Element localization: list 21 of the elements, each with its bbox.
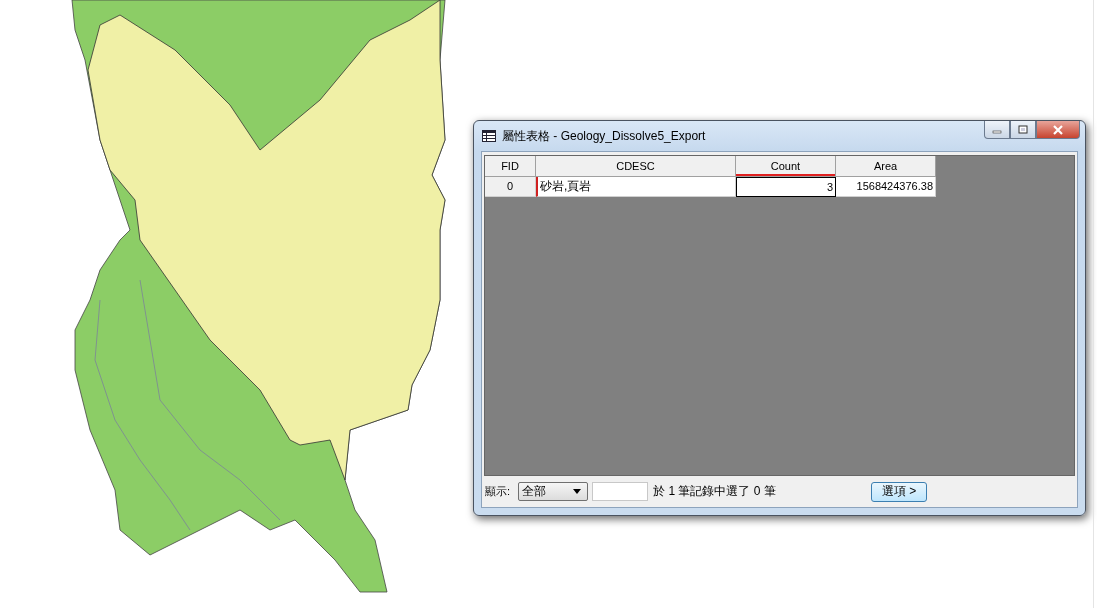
restore-icon [1018,125,1028,134]
table-cell: 0 [485,177,536,197]
column-header[interactable]: FID [485,156,536,177]
table-icon [482,130,496,142]
caret-icon [573,489,582,494]
restore-button[interactable] [1010,121,1036,139]
table-cell: 3 [736,177,836,197]
selection-input-field[interactable] [592,482,649,501]
close-button[interactable] [1036,121,1080,139]
column-header[interactable]: Count [736,156,836,177]
column-header[interactable]: CDESC [536,156,736,177]
table-cell: 砂岩,頁岩 [536,177,736,197]
show-dropdown[interactable]: 全部 [518,482,589,501]
table-cell: 1568424376.38 [836,177,936,197]
show-label: 顯示: [485,484,511,499]
selection-status-text: 於 1 筆記錄中選了 0 筆 [653,483,776,500]
window-title: 屬性表格 - Geology_Dissolve5_Export [502,127,706,145]
minimize-button[interactable] [984,121,1010,139]
column-header[interactable]: Area [836,156,936,177]
close-icon [1052,124,1064,135]
options-button[interactable]: 選項 > [871,481,927,502]
